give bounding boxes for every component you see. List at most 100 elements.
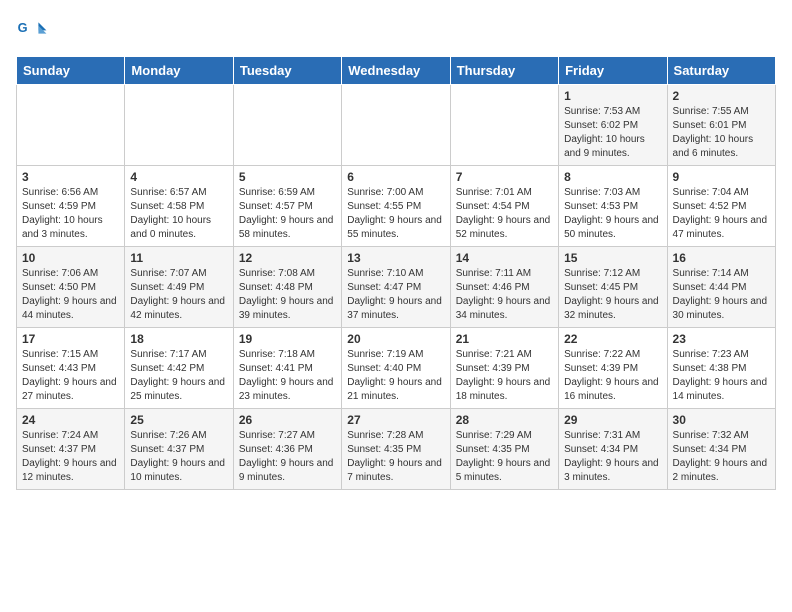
day-number: 29	[564, 413, 661, 427]
calendar-cell: 20 Sunrise: 7:19 AM Sunset: 4:40 PM Dayli…	[342, 328, 450, 409]
day-info: Sunrise: 7:55 AM Sunset: 6:01 PM Dayligh…	[673, 105, 770, 161]
calendar-cell: 26 Sunrise: 7:27 AM Sunset: 4:36 PM Dayli…	[233, 409, 341, 490]
calendar-header-wednesday: Wednesday	[342, 57, 450, 85]
calendar-cell: 9 Sunrise: 7:04 AM Sunset: 4:52 PM Daylig…	[667, 166, 775, 247]
calendar-cell: 13Sunrise: 7:10 AM Sunset: 4:47 PM Dayli…	[342, 247, 450, 328]
calendar-cell	[450, 85, 558, 166]
day-number: 18	[130, 332, 227, 346]
calendar-header-tuesday: Tuesday	[233, 57, 341, 85]
day-info: Sunrise: 7:32 AM Sunset: 4:34 PM Dayligh…	[673, 429, 770, 485]
day-number: 2	[673, 89, 770, 103]
day-number: 27	[347, 413, 444, 427]
svg-text:G: G	[18, 20, 28, 35]
calendar-cell: 22Sunrise: 7:22 AM Sunset: 4:39 PM Dayli…	[559, 328, 667, 409]
calendar-cell	[233, 85, 341, 166]
day-number: 4	[130, 170, 227, 184]
day-number: 14	[456, 251, 553, 265]
calendar-header-monday: Monday	[125, 57, 233, 85]
day-info: Sunrise: 7:11 AM Sunset: 4:46 PM Dayligh…	[456, 267, 553, 323]
day-info: Sunrise: 7:21 AM Sunset: 4:39 PM Dayligh…	[456, 348, 553, 404]
day-info: Sunrise: 7:07 AM Sunset: 4:49 PM Dayligh…	[130, 267, 227, 323]
calendar-cell: 21Sunrise: 7:21 AM Sunset: 4:39 PM Dayli…	[450, 328, 558, 409]
day-info: Sunrise: 6:59 AM Sunset: 4:57 PM Dayligh…	[239, 186, 336, 242]
calendar-cell: 23 Sunrise: 7:23 AM Sunset: 4:38 PM Dayli…	[667, 328, 775, 409]
calendar-cell: 14 Sunrise: 7:11 AM Sunset: 4:46 PM Dayli…	[450, 247, 558, 328]
day-number: 19	[239, 332, 336, 346]
day-info: Sunrise: 7:23 AM Sunset: 4:38 PM Dayligh…	[673, 348, 770, 404]
day-info: Sunrise: 6:57 AM Sunset: 4:58 PM Dayligh…	[130, 186, 227, 242]
day-info: Sunrise: 7:01 AM Sunset: 4:54 PM Dayligh…	[456, 186, 553, 242]
calendar-cell	[125, 85, 233, 166]
day-info: Sunrise: 7:06 AM Sunset: 4:50 PM Dayligh…	[22, 267, 119, 323]
day-number: 28	[456, 413, 553, 427]
calendar-week-row: 10 Sunrise: 7:06 AM Sunset: 4:50 PM Dayli…	[17, 247, 776, 328]
day-number: 20	[347, 332, 444, 346]
calendar-header-row: SundayMondayTuesdayWednesdayThursdayFrid…	[17, 57, 776, 85]
calendar-cell: 1 Sunrise: 7:53 AM Sunset: 6:02 PM Daylig…	[559, 85, 667, 166]
day-info: Sunrise: 7:18 AM Sunset: 4:41 PM Dayligh…	[239, 348, 336, 404]
calendar-header-sunday: Sunday	[17, 57, 125, 85]
calendar-cell: 3 Sunrise: 6:56 AM Sunset: 4:59 PM Daylig…	[17, 166, 125, 247]
day-number: 11	[130, 251, 227, 265]
day-info: Sunrise: 7:53 AM Sunset: 6:02 PM Dayligh…	[564, 105, 661, 161]
calendar-cell: 29 Sunrise: 7:31 AM Sunset: 4:34 PM Dayli…	[559, 409, 667, 490]
day-number: 25	[130, 413, 227, 427]
day-number: 15	[564, 251, 661, 265]
day-info: Sunrise: 7:24 AM Sunset: 4:37 PM Dayligh…	[22, 429, 119, 485]
calendar-week-row: 24 Sunrise: 7:24 AM Sunset: 4:37 PM Dayli…	[17, 409, 776, 490]
calendar-cell: 19 Sunrise: 7:18 AM Sunset: 4:41 PM Dayli…	[233, 328, 341, 409]
day-number: 30	[673, 413, 770, 427]
calendar-cell: 27 Sunrise: 7:28 AM Sunset: 4:35 PM Dayli…	[342, 409, 450, 490]
day-info: Sunrise: 6:56 AM Sunset: 4:59 PM Dayligh…	[22, 186, 119, 242]
day-number: 7	[456, 170, 553, 184]
calendar-cell: 6Sunrise: 7:00 AM Sunset: 4:55 PM Daylig…	[342, 166, 450, 247]
calendar-cell: 18 Sunrise: 7:17 AM Sunset: 4:42 PM Dayli…	[125, 328, 233, 409]
day-number: 6	[347, 170, 444, 184]
calendar-cell: 30 Sunrise: 7:32 AM Sunset: 4:34 PM Dayli…	[667, 409, 775, 490]
day-info: Sunrise: 7:08 AM Sunset: 4:48 PM Dayligh…	[239, 267, 336, 323]
calendar-cell: 25 Sunrise: 7:26 AM Sunset: 4:37 PM Dayli…	[125, 409, 233, 490]
day-number: 8	[564, 170, 661, 184]
calendar: SundayMondayTuesdayWednesdayThursdayFrid…	[16, 56, 776, 490]
calendar-cell: 8 Sunrise: 7:03 AM Sunset: 4:53 PM Daylig…	[559, 166, 667, 247]
day-number: 1	[564, 89, 661, 103]
calendar-header-saturday: Saturday	[667, 57, 775, 85]
day-info: Sunrise: 7:27 AM Sunset: 4:36 PM Dayligh…	[239, 429, 336, 485]
day-info: Sunrise: 7:31 AM Sunset: 4:34 PM Dayligh…	[564, 429, 661, 485]
calendar-cell: 11 Sunrise: 7:07 AM Sunset: 4:49 PM Dayli…	[125, 247, 233, 328]
day-info: Sunrise: 7:17 AM Sunset: 4:42 PM Dayligh…	[130, 348, 227, 404]
day-number: 17	[22, 332, 119, 346]
calendar-cell: 24 Sunrise: 7:24 AM Sunset: 4:37 PM Dayli…	[17, 409, 125, 490]
day-number: 12	[239, 251, 336, 265]
day-info: Sunrise: 7:19 AM Sunset: 4:40 PM Dayligh…	[347, 348, 444, 404]
logo-icon: G	[16, 16, 48, 48]
day-number: 5	[239, 170, 336, 184]
day-info: Sunrise: 7:14 AM Sunset: 4:44 PM Dayligh…	[673, 267, 770, 323]
day-info: Sunrise: 7:04 AM Sunset: 4:52 PM Dayligh…	[673, 186, 770, 242]
calendar-cell: 2 Sunrise: 7:55 AM Sunset: 6:01 PM Daylig…	[667, 85, 775, 166]
calendar-cell: 4 Sunrise: 6:57 AM Sunset: 4:58 PM Daylig…	[125, 166, 233, 247]
calendar-week-row: 1 Sunrise: 7:53 AM Sunset: 6:02 PM Daylig…	[17, 85, 776, 166]
day-info: Sunrise: 7:12 AM Sunset: 4:45 PM Dayligh…	[564, 267, 661, 323]
day-info: Sunrise: 7:15 AM Sunset: 4:43 PM Dayligh…	[22, 348, 119, 404]
day-info: Sunrise: 7:26 AM Sunset: 4:37 PM Dayligh…	[130, 429, 227, 485]
calendar-week-row: 3 Sunrise: 6:56 AM Sunset: 4:59 PM Daylig…	[17, 166, 776, 247]
day-info: Sunrise: 7:28 AM Sunset: 4:35 PM Dayligh…	[347, 429, 444, 485]
calendar-cell	[342, 85, 450, 166]
day-number: 22	[564, 332, 661, 346]
calendar-cell	[17, 85, 125, 166]
day-number: 23	[673, 332, 770, 346]
day-number: 10	[22, 251, 119, 265]
calendar-week-row: 17 Sunrise: 7:15 AM Sunset: 4:43 PM Dayli…	[17, 328, 776, 409]
page-header: G	[16, 16, 776, 48]
calendar-cell: 15 Sunrise: 7:12 AM Sunset: 4:45 PM Dayli…	[559, 247, 667, 328]
day-number: 3	[22, 170, 119, 184]
day-number: 9	[673, 170, 770, 184]
day-number: 26	[239, 413, 336, 427]
calendar-cell: 16Sunrise: 7:14 AM Sunset: 4:44 PM Dayli…	[667, 247, 775, 328]
calendar-cell: 5 Sunrise: 6:59 AM Sunset: 4:57 PM Daylig…	[233, 166, 341, 247]
day-number: 24	[22, 413, 119, 427]
calendar-cell: 17 Sunrise: 7:15 AM Sunset: 4:43 PM Dayli…	[17, 328, 125, 409]
day-info: Sunrise: 7:03 AM Sunset: 4:53 PM Dayligh…	[564, 186, 661, 242]
day-info: Sunrise: 7:29 AM Sunset: 4:35 PM Dayligh…	[456, 429, 553, 485]
